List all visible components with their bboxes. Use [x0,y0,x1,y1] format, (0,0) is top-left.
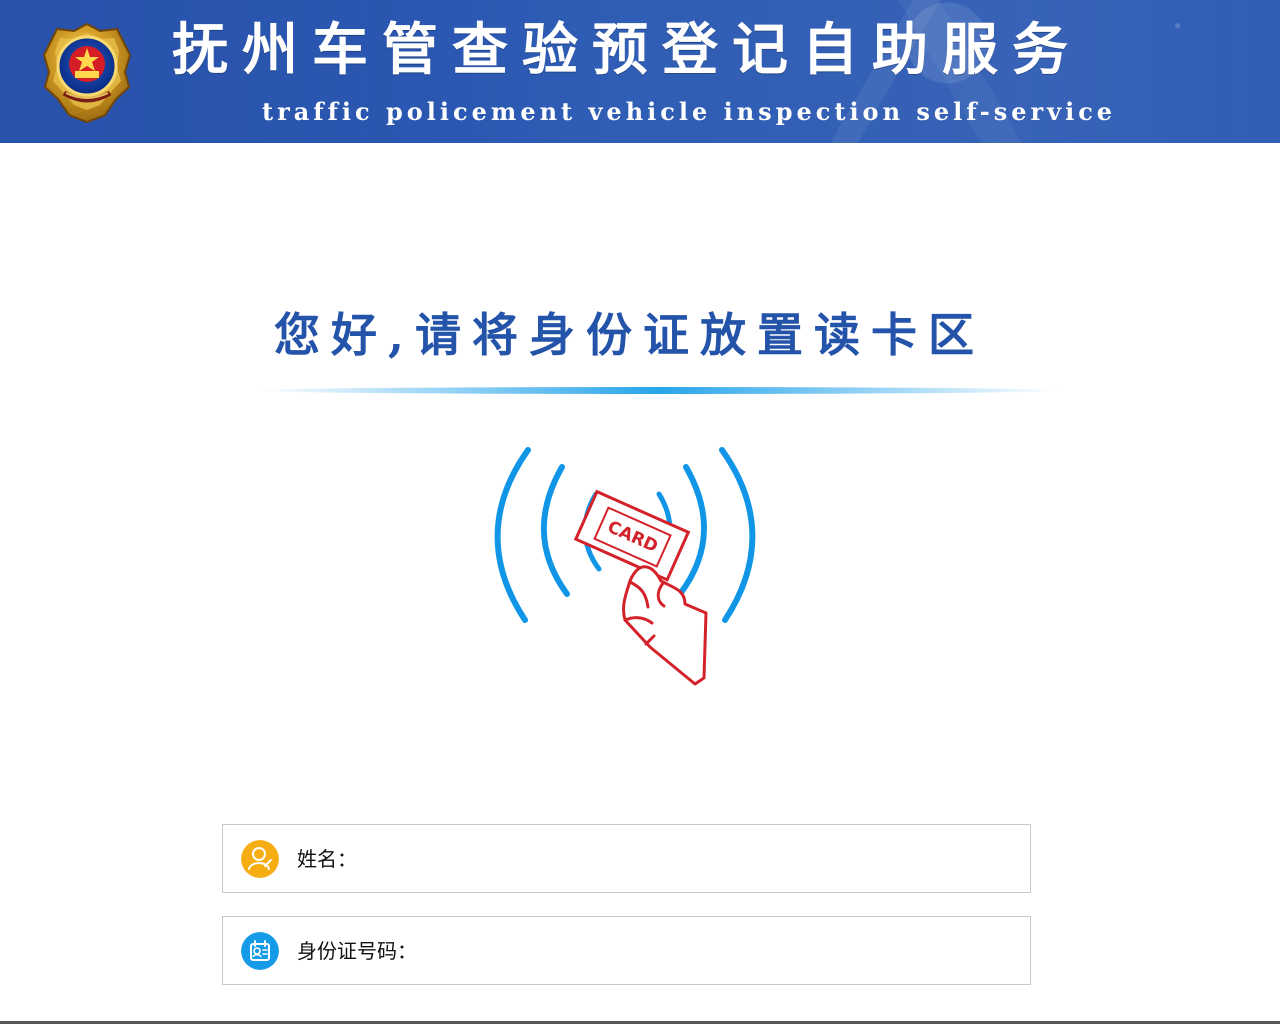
app-header: 抚州车管查验预登记自助服务 traffic policement vehicle… [0,0,1280,143]
app-title: 抚州车管查验预登记自助服务 [172,17,1082,83]
id-card-reader-icon: CARD [494,447,756,686]
name-info-row: 姓名： [222,824,1031,893]
id-number-label: 身份证号码： [297,939,417,963]
id-number-info-row: 身份证号码： [222,916,1031,985]
name-label: 姓名： [297,847,357,871]
police-badge-icon [42,22,132,124]
id-card-prompt: 您好,请将身份证放置读卡区 [274,308,986,362]
card-icon: CARD [573,489,691,582]
prompt-divider [257,387,1060,394]
app-subtitle: traffic policement vehicle inspection se… [262,97,1117,126]
person-icon [241,840,279,878]
id-card-icon [241,932,279,970]
